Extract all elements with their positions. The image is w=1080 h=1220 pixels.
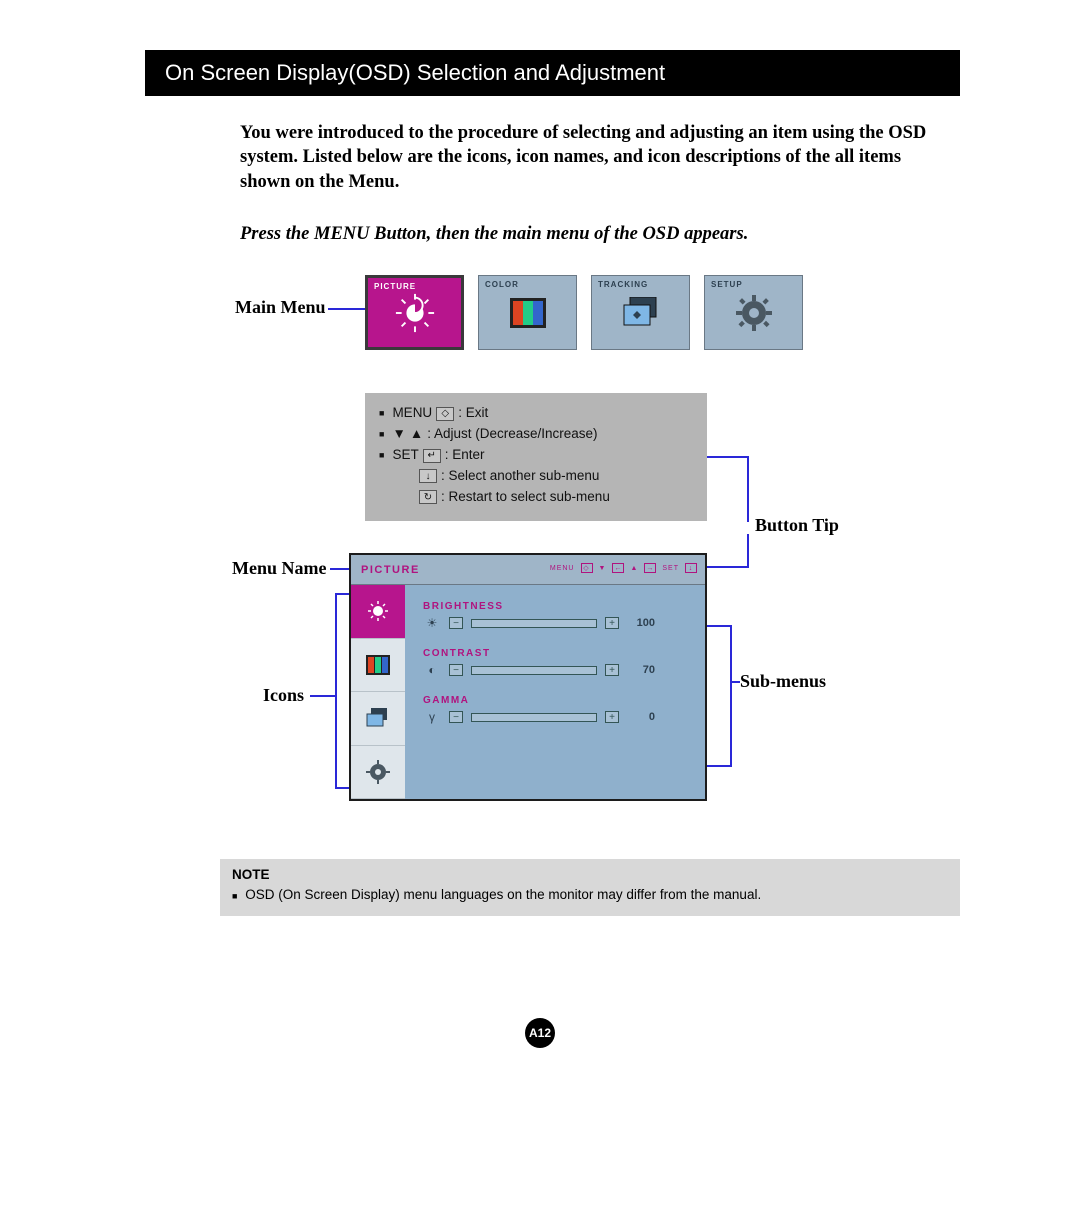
connector — [330, 568, 350, 570]
osd-header-title: PICTURE — [361, 564, 420, 576]
connector — [335, 787, 349, 789]
tip-text: : Enter — [445, 445, 485, 466]
colorbars-icon — [507, 292, 549, 334]
callout-icons: Icons — [263, 685, 304, 706]
increase-button[interactable]: + — [605, 617, 619, 629]
gear-icon — [733, 292, 775, 334]
button-tip-box: ■MENU ◇ : Exit ■▼ ▲ : Adjust (Decrease/I… — [365, 393, 707, 521]
increase-button[interactable]: + — [605, 711, 619, 723]
menu-card-tracking[interactable]: TRACKING — [591, 275, 690, 350]
page-number: A12 — [525, 1018, 555, 1048]
hint-down-key-icon: ↓ — [685, 563, 697, 573]
gamma-icon: γ — [423, 710, 441, 724]
tracking-icon — [620, 292, 662, 334]
setting-title: BRIGHTNESS — [423, 601, 691, 612]
contrast-icon: ◐ — [423, 663, 441, 677]
setting-contrast: CONTRAST ◐ − + 70 — [423, 648, 691, 677]
menu-card-color[interactable]: COLOR — [478, 275, 577, 350]
return-key-icon: ↻ — [419, 490, 437, 504]
increase-button[interactable]: + — [605, 664, 619, 676]
enter-key-icon: ↵ — [423, 449, 441, 463]
menu-card-picture[interactable]: PICTURE — [365, 275, 464, 350]
osd-sidebar — [351, 585, 405, 799]
hint-label: SET — [662, 565, 679, 572]
tip-menu-label: MENU — [392, 403, 432, 424]
setting-value: 0 — [627, 711, 655, 723]
menu-card-label: PICTURE — [374, 282, 416, 291]
decrease-button[interactable]: − — [449, 664, 463, 676]
connector — [747, 456, 749, 522]
tip-text: : Exit — [458, 403, 488, 424]
hint-down-icon: ▼ — [599, 565, 607, 572]
hint-right-icon: → — [644, 563, 656, 573]
down-triangle-icon: ▼ — [392, 424, 405, 445]
connector — [707, 625, 732, 627]
osd-diagram: Main Menu PICTURE COLOR — [150, 275, 930, 845]
note-title: NOTE — [232, 865, 948, 885]
menu-card-setup[interactable]: SETUP — [704, 275, 803, 350]
side-tracking-icon[interactable] — [351, 692, 405, 746]
side-gear-icon[interactable] — [351, 746, 405, 800]
note-box: NOTE ■ OSD (On Screen Display) menu lang… — [220, 859, 960, 916]
setting-title: CONTRAST — [423, 648, 691, 659]
connector — [707, 765, 732, 767]
osd-header: PICTURE MENU ◇ ▼ ← ▲ → SET ↓ — [351, 555, 705, 585]
hint-up-icon: ▲ — [630, 565, 638, 572]
connector — [328, 308, 365, 310]
sun-icon: ☀ — [423, 616, 441, 630]
intro-paragraph-2: Press the MENU Button, then the main men… — [240, 224, 930, 245]
down-arrow-key-icon: ↓ — [419, 469, 437, 483]
connector — [335, 593, 337, 788]
menu-card-label: SETUP — [711, 280, 743, 289]
setting-value: 100 — [627, 617, 655, 629]
tip-text: : Restart to select sub-menu — [441, 487, 610, 508]
tip-set-label: SET — [392, 445, 418, 466]
connector — [747, 534, 749, 567]
setting-title: GAMMA — [423, 695, 691, 706]
menu-hint-icon: ◇ — [581, 563, 593, 573]
osd-header-hints: MENU ◇ ▼ ← ▲ → SET ↓ — [550, 563, 697, 573]
osd-panel: PICTURE MENU ◇ ▼ ← ▲ → SET ↓ — [349, 553, 707, 801]
side-colorbars-icon[interactable] — [351, 639, 405, 693]
tip-text: : Select another sub-menu — [441, 466, 599, 487]
hint-label: MENU — [550, 565, 575, 572]
connector — [730, 681, 740, 683]
decrease-button[interactable]: − — [449, 617, 463, 629]
up-triangle-icon: ▲ — [410, 424, 423, 445]
side-brightness-icon[interactable] — [351, 585, 405, 639]
intro-paragraph: You were introduced to the procedure of … — [240, 121, 930, 194]
callout-menu-name: Menu Name — [232, 558, 326, 579]
callout-button-tip: Button Tip — [755, 515, 839, 536]
decrease-button[interactable]: − — [449, 711, 463, 723]
connector — [730, 625, 732, 767]
setting-gamma: GAMMA γ − + 0 — [423, 695, 691, 724]
connector — [707, 566, 749, 568]
menu-card-label: TRACKING — [598, 280, 648, 289]
connector — [335, 593, 349, 595]
menu-card-label: COLOR — [485, 280, 519, 289]
setting-value: 70 — [627, 664, 655, 676]
tip-text: : Adjust (Decrease/Increase) — [427, 424, 597, 445]
slider[interactable] — [471, 666, 597, 675]
menu-key-icon: ◇ — [436, 407, 454, 421]
main-menu-row: PICTURE COLOR — [365, 275, 803, 350]
hint-left-icon: ← — [612, 563, 624, 573]
slider[interactable] — [471, 713, 597, 722]
slider[interactable] — [471, 619, 597, 628]
page-title: On Screen Display(OSD) Selection and Adj… — [145, 50, 960, 96]
callout-main-menu: Main Menu — [235, 297, 326, 318]
connector — [707, 456, 749, 458]
callout-submenus: Sub-menus — [740, 671, 826, 692]
setting-brightness: BRIGHTNESS ☀ − + 100 — [423, 601, 691, 630]
connector — [310, 695, 335, 697]
note-body: OSD (On Screen Display) menu languages o… — [245, 887, 761, 902]
osd-content: BRIGHTNESS ☀ − + 100 CONTRAST ◐ — [405, 585, 705, 799]
brightness-icon — [394, 292, 436, 334]
